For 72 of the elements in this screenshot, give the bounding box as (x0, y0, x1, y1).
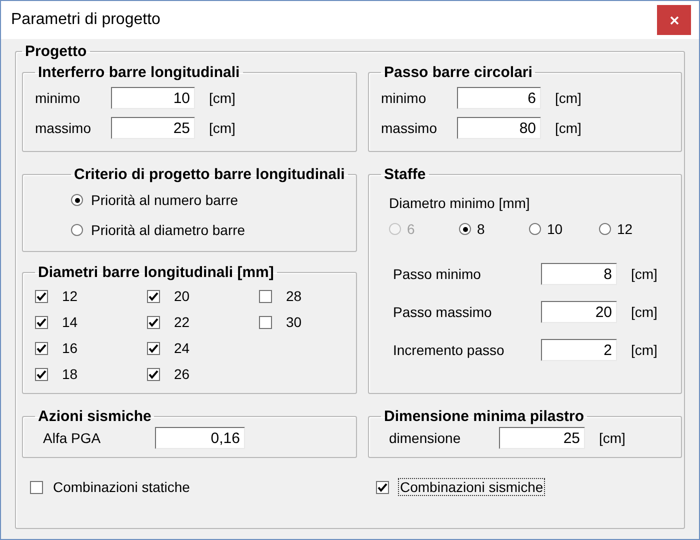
group-title: Interferro barre longitudinali (37, 64, 241, 81)
unit-label: [cm] (209, 120, 236, 136)
field-label: Passo minimo (393, 266, 482, 282)
checkbox-label[interactable]: 12 (62, 288, 78, 304)
checkbox[interactable] (376, 480, 389, 494)
close-icon (670, 16, 678, 24)
checkbox[interactable] (35, 316, 48, 328)
input-field[interactable]: 80 (457, 117, 541, 139)
input-field[interactable]: 6 (457, 87, 541, 109)
radio-button[interactable] (71, 224, 83, 236)
checkbox[interactable] (259, 316, 272, 328)
field-label: Diametro minimo [mm] (388, 194, 531, 213)
close-button[interactable] (657, 5, 691, 35)
field-label: massimo (381, 120, 438, 136)
radio-button[interactable] (459, 223, 471, 235)
radio-button[interactable] (71, 194, 83, 206)
checkbox[interactable] (35, 290, 48, 302)
unit-label: [cm] (555, 120, 582, 136)
field-label: minimo (381, 90, 428, 106)
unit-label: [cm] (599, 430, 626, 446)
checkbox[interactable] (147, 368, 160, 380)
group-title: Azioni sismiche (37, 408, 152, 425)
input-field[interactable]: 25 (499, 427, 585, 449)
unit-label: [cm] (631, 304, 658, 320)
checkbox[interactable] (147, 316, 160, 328)
group-title: Progetto (24, 43, 88, 60)
radio-label[interactable]: Priorità al diametro barre (91, 222, 246, 238)
checkbox[interactable] (35, 342, 48, 354)
checkbox-label[interactable]: 28 (286, 288, 302, 304)
field-label: Alfa PGA (42, 430, 102, 446)
checkbox[interactable] (147, 290, 160, 302)
checkbox-label[interactable]: 30 (286, 314, 302, 330)
group-title: Criterio di progetto barre longitudinali (73, 166, 346, 183)
checkbox[interactable] (30, 480, 43, 494)
checkbox[interactable] (259, 290, 272, 302)
input-field[interactable]: 10 (111, 87, 195, 109)
field-label: massimo (35, 120, 92, 136)
group-title: Passo barre circolari (383, 64, 534, 81)
group-title: Staffe (383, 166, 427, 183)
radio-label[interactable]: 10 (547, 221, 563, 237)
checkbox-label[interactable]: 14 (62, 314, 78, 330)
radio-label[interactable]: Priorità al numero barre (91, 192, 238, 208)
radio-button[interactable] (599, 223, 611, 235)
checkbox-label[interactable]: 16 (62, 340, 78, 356)
field-label: dimensione (388, 430, 462, 446)
radio-label[interactable]: 12 (617, 221, 633, 237)
group-title: Diametri barre longitudinali [mm] (37, 264, 275, 281)
field-label: Incremento passo (393, 342, 506, 358)
checkbox[interactable] (147, 342, 160, 354)
input-field[interactable]: 0,16 (155, 427, 245, 449)
checkbox-label[interactable]: 18 (62, 366, 78, 382)
group-title: Dimensione minima pilastro (383, 408, 586, 425)
radio-label[interactable]: 8 (477, 221, 485, 237)
field-label: minimo (35, 90, 82, 106)
checkbox-label[interactable]: 22 (174, 314, 190, 330)
unit-label: [cm] (209, 90, 236, 106)
checkbox-label[interactable]: Combinazioni sismiche (399, 479, 544, 495)
checkbox-label[interactable]: 24 (174, 340, 190, 356)
window-title: Parametri di progetto (11, 11, 160, 29)
input-field[interactable]: 20 (541, 301, 617, 323)
input-field[interactable]: 8 (541, 263, 617, 285)
unit-label: [cm] (631, 266, 658, 282)
input-field[interactable]: 2 (541, 339, 617, 361)
unit-label: [cm] (555, 90, 582, 106)
unit-label: [cm] (631, 342, 658, 358)
field-label: Passo massimo (393, 304, 493, 320)
radio-button[interactable] (529, 223, 541, 235)
input-field[interactable]: 25 (111, 117, 195, 139)
checkbox[interactable] (35, 368, 48, 380)
checkbox-label[interactable]: 26 (174, 366, 190, 382)
checkbox-label[interactable]: Combinazioni statiche (53, 479, 190, 495)
checkbox-label[interactable]: 20 (174, 288, 190, 304)
